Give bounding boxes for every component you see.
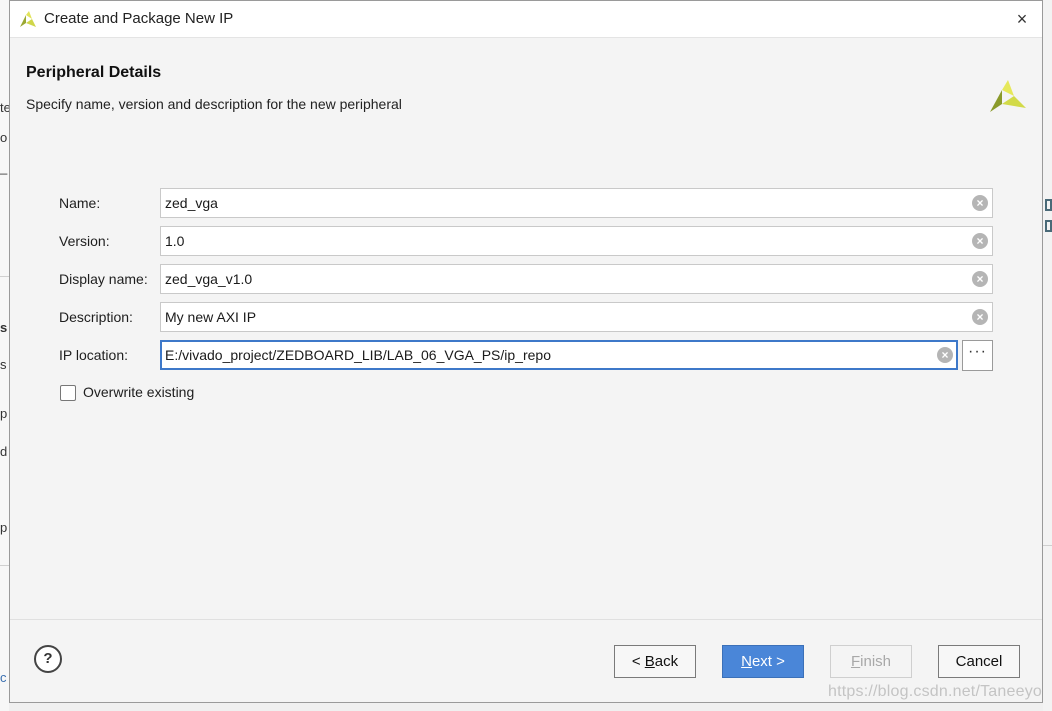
bg-fragment: p — [0, 406, 8, 421]
clear-icon[interactable]: × — [972, 309, 988, 325]
vivado-logo-icon — [990, 80, 1026, 112]
back-prefix: < — [631, 653, 645, 670]
help-button[interactable]: ? — [34, 645, 62, 673]
description-field[interactable]: My new AXI IP × — [160, 302, 993, 332]
finish-button[interactable]: Finish — [830, 645, 912, 678]
page-header: Peripheral Details Specify name, version… — [10, 38, 1042, 138]
clear-icon[interactable]: × — [972, 195, 988, 211]
footer-divider — [10, 619, 1042, 620]
create-package-ip-dialog: Create and Package New IP × Peripheral D… — [9, 0, 1043, 703]
bg-fragment: o — [0, 130, 8, 145]
title-bar: Create and Package New IP × — [10, 1, 1042, 38]
dialog-title: Create and Package New IP — [44, 10, 234, 27]
back-mnemonic: B — [644, 653, 655, 670]
bg-fragment: s — [0, 320, 8, 335]
display-name-field[interactable]: zed_vga_v1.0 × — [160, 264, 993, 294]
cancel-button[interactable]: Cancel — [938, 645, 1020, 678]
version-field[interactable]: 1.0 × — [160, 226, 993, 256]
clear-icon[interactable]: × — [937, 347, 953, 363]
display-name-value: zed_vga_v1.0 — [165, 271, 253, 287]
next-mnemonic: N — [741, 653, 752, 670]
ip-location-label: IP location: — [59, 347, 129, 363]
back-button[interactable]: < Back — [614, 645, 696, 678]
background-window-right — [1043, 0, 1052, 711]
page-subtitle: Specify name, version and description fo… — [26, 96, 402, 112]
watermark: https://blog.csdn.net/Taneeyo — [828, 683, 1042, 700]
clear-icon[interactable]: × — [972, 233, 988, 249]
version-label: Version: — [59, 233, 110, 249]
bg-fragment: p — [0, 520, 8, 535]
page-title: Peripheral Details — [26, 64, 162, 81]
background-window-left: te o _ s s p d p c — [0, 0, 9, 711]
description-label: Description: — [59, 309, 133, 325]
description-value: My new AXI IP — [165, 309, 257, 325]
overwrite-existing-checkbox[interactable] — [60, 385, 76, 401]
version-value: 1.0 — [165, 233, 185, 249]
back-label: ack — [654, 653, 679, 670]
vivado-logo-icon — [20, 11, 36, 27]
close-icon[interactable]: × — [1008, 5, 1036, 33]
bg-fragment: s — [0, 357, 7, 372]
finish-label: inish — [860, 653, 892, 670]
display-name-label: Display name: — [59, 271, 148, 287]
next-button[interactable]: Next > — [722, 645, 804, 678]
bg-fragment: _ — [0, 160, 8, 175]
name-value: zed_vga — [165, 195, 218, 211]
ip-location-value: E:/vivado_project/ZEDBOARD_LIB/LAB_06_VG… — [165, 347, 551, 363]
finish-mnemonic: F — [850, 653, 861, 670]
next-label: ext > — [751, 653, 785, 670]
overwrite-existing-label[interactable]: Overwrite existing — [83, 384, 194, 400]
bg-fragment: te — [0, 100, 9, 115]
name-field[interactable]: zed_vga × — [160, 188, 993, 218]
bg-fragment: c — [0, 670, 7, 685]
name-label: Name: — [59, 195, 101, 211]
bg-fragment: d — [0, 444, 8, 459]
ip-location-field[interactable]: E:/vivado_project/ZEDBOARD_LIB/LAB_06_VG… — [160, 340, 958, 370]
clear-icon[interactable]: × — [972, 271, 988, 287]
browse-button[interactable]: ··· — [962, 340, 993, 371]
